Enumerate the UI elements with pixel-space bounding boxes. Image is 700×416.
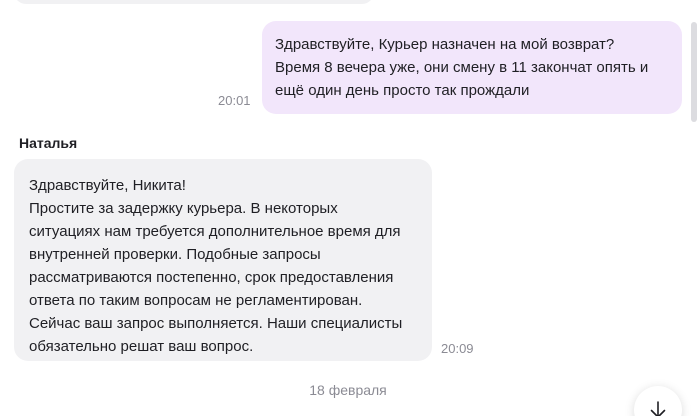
outgoing-message-time: 20:01 [218, 93, 251, 108]
arrow-down-icon [650, 401, 666, 416]
chat-window: Здравствуйте, Курьер назначен на мой воз… [0, 0, 700, 416]
incoming-message-time: 20:09 [441, 341, 474, 356]
scrollbar-thumb[interactable] [691, 22, 697, 122]
previous-message-bubble [14, 0, 374, 4]
date-separator: 18 февраля [309, 382, 387, 398]
incoming-message-bubble: Здравствуйте, Никита! Простите за задерж… [14, 159, 432, 361]
outgoing-message-bubble: Здравствуйте, Курьер назначен на мой воз… [262, 21, 682, 114]
incoming-sender-name: Наталья [19, 135, 78, 151]
scroll-down-button[interactable] [634, 386, 682, 416]
